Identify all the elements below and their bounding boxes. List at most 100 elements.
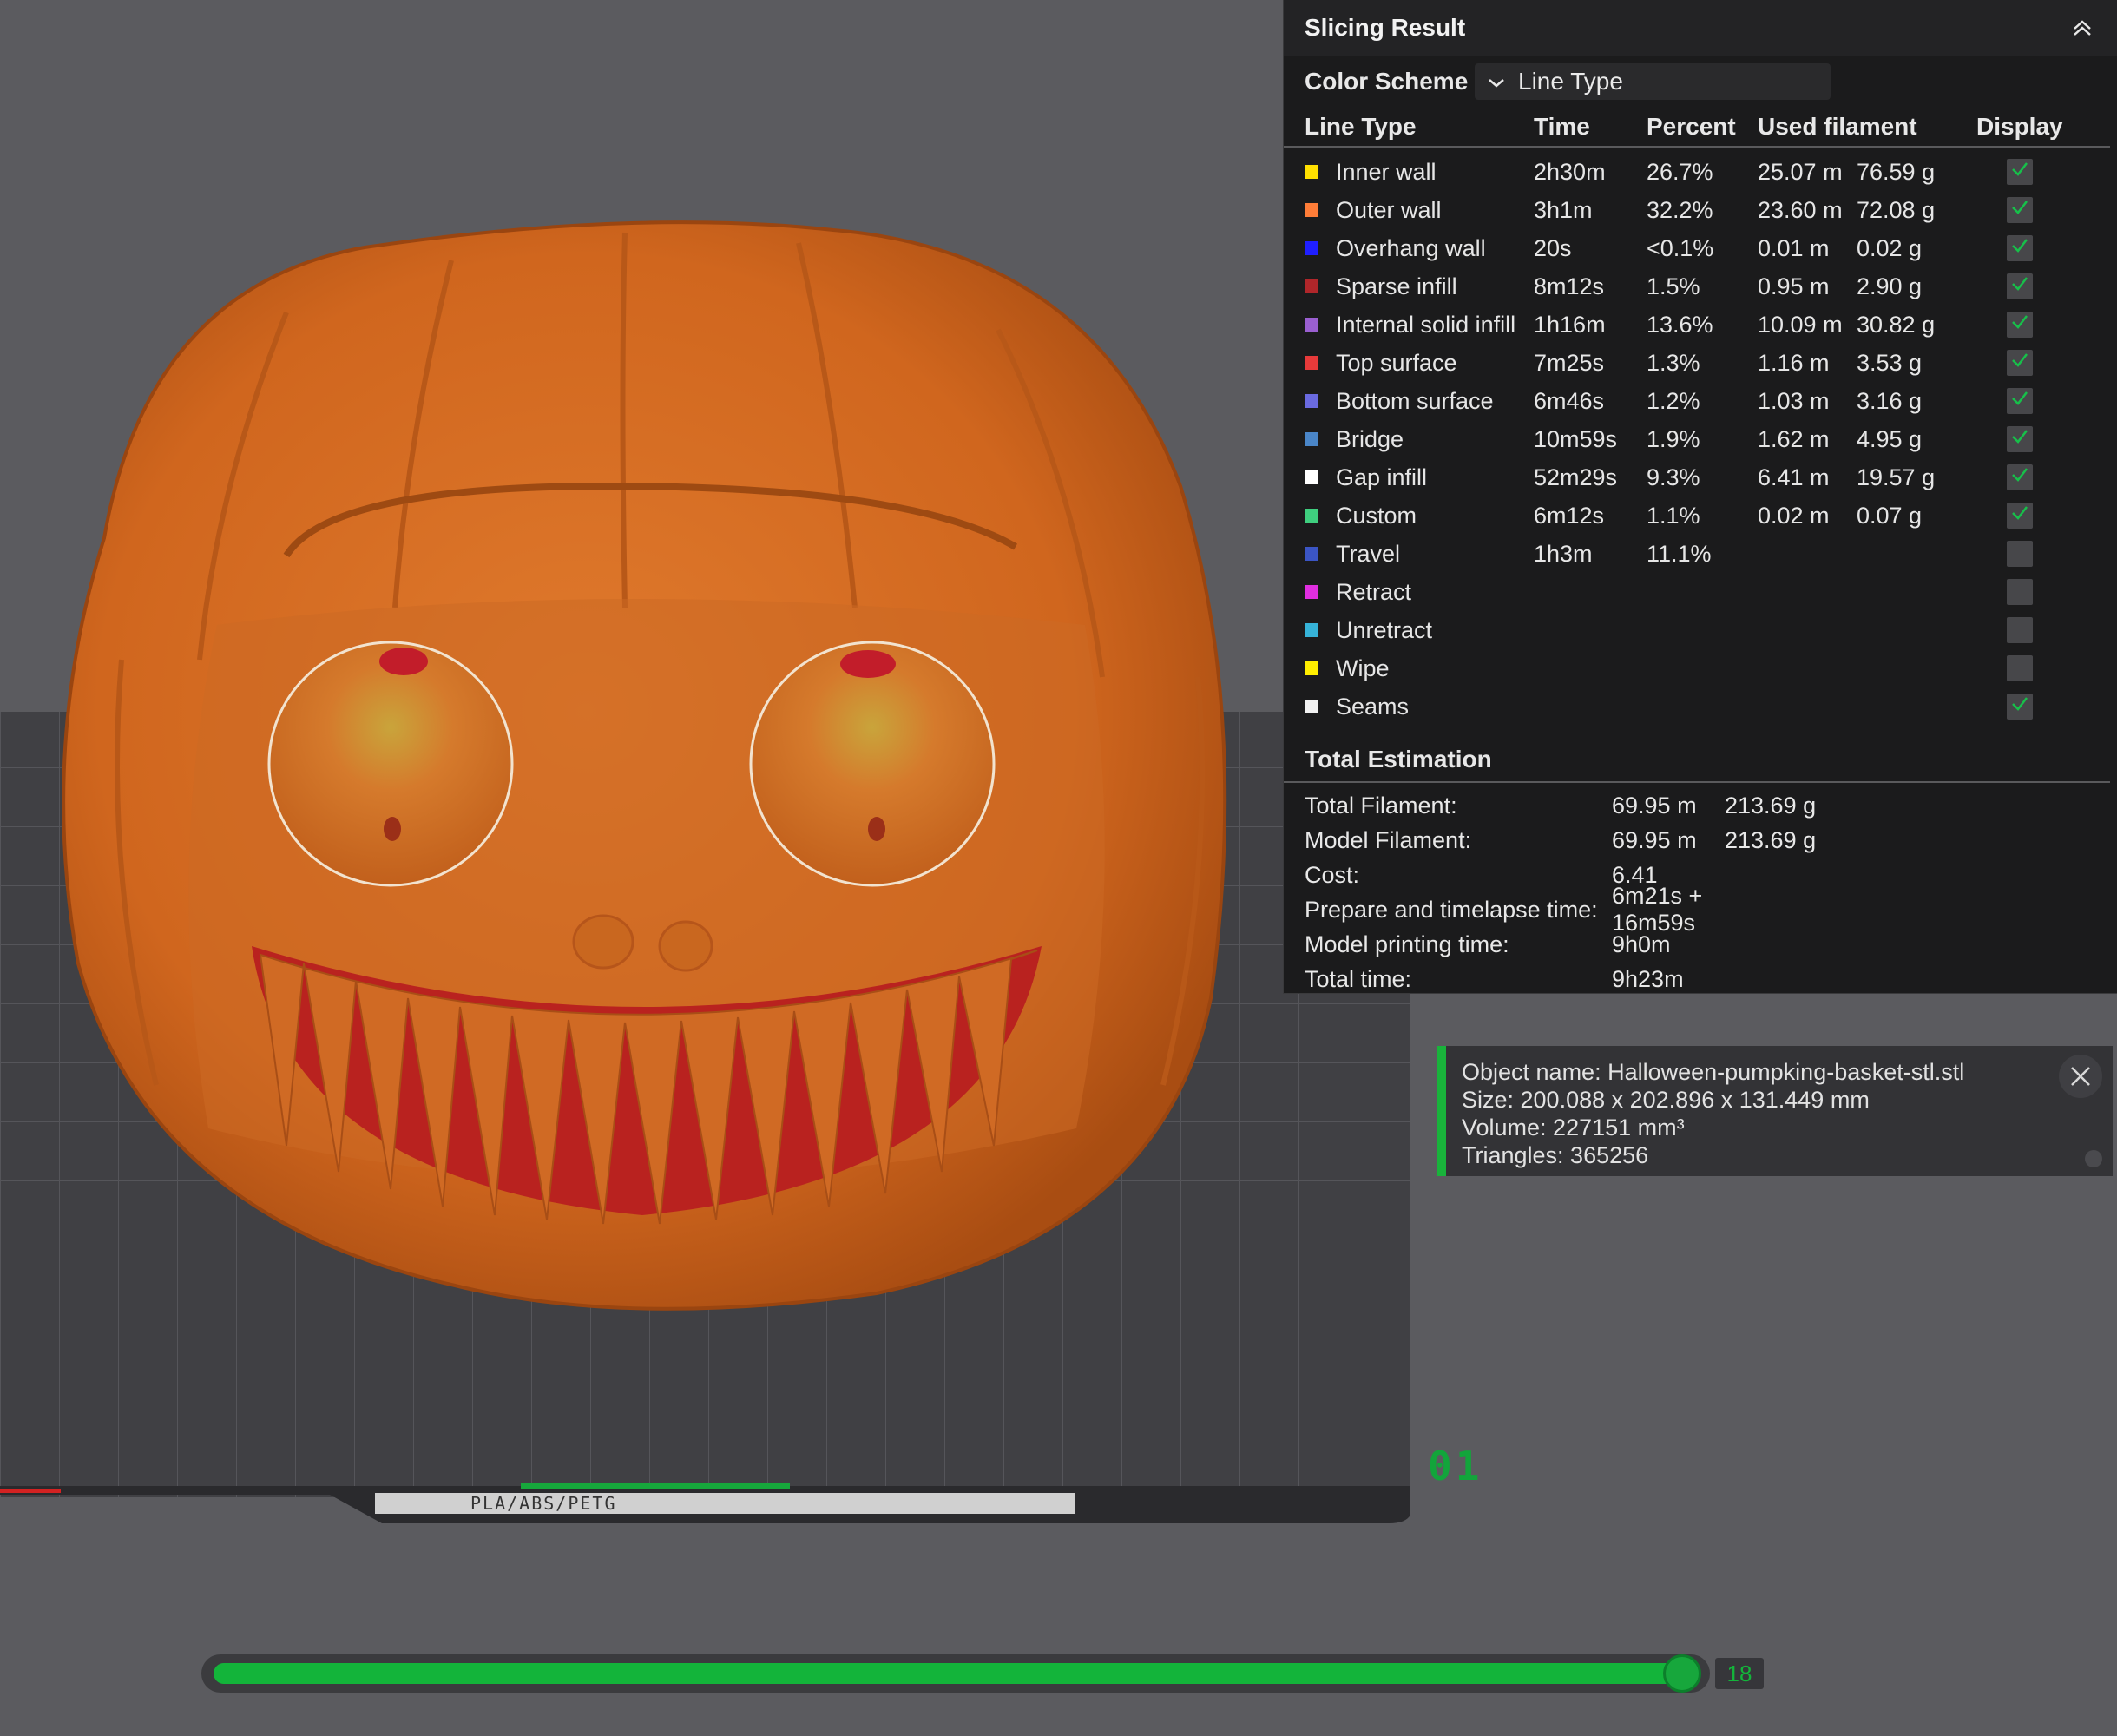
row-time: 1h16m xyxy=(1534,311,1606,338)
checkmark-icon xyxy=(2009,464,2030,491)
line-type-label: Custom xyxy=(1305,503,1534,529)
estimation-value: 9h23m xyxy=(1612,965,1684,992)
line-type-rows: Inner wall 2h30m 26.7% 25.07 m 76.59 g Outer … xyxy=(1284,148,2117,726)
display-checkbox[interactable] xyxy=(2007,273,2033,299)
row-length: 23.60 m xyxy=(1758,196,1843,223)
line-type-row: Seams xyxy=(1284,687,2117,726)
display-checkbox[interactable] xyxy=(2007,235,2033,261)
display-toggle[interactable] xyxy=(1976,312,2063,338)
display-toggle[interactable] xyxy=(1976,350,2063,376)
line-type-name: Seams xyxy=(1336,693,1410,720)
line-type-name: Inner wall xyxy=(1336,158,1437,185)
display-checkbox[interactable] xyxy=(2007,388,2033,414)
display-toggle[interactable] xyxy=(1976,235,2063,261)
line-type-label: Bottom surface xyxy=(1305,388,1534,415)
display-checkbox[interactable] xyxy=(2007,312,2033,338)
line-type-row: Inner wall 2h30m 26.7% 25.07 m 76.59 g xyxy=(1284,153,2117,191)
checkmark-icon xyxy=(2009,197,2030,224)
row-time: 52m29s xyxy=(1534,464,1618,490)
line-type-row: Bottom surface 6m46s 1.2% 1.03 m 3.16 g xyxy=(1284,382,2117,420)
display-toggle[interactable] xyxy=(1976,655,2063,681)
display-checkbox[interactable] xyxy=(2007,694,2033,720)
row-percent: 1.5% xyxy=(1647,273,1700,299)
object-name: Object name: Halloween-pumpking-basket-s… xyxy=(1462,1059,1965,1085)
color-scheme-row: Color Scheme Line Type xyxy=(1284,56,2117,108)
color-scheme-select[interactable]: Line Type xyxy=(1475,63,1831,100)
display-toggle[interactable] xyxy=(1976,503,2063,529)
checkmark-icon xyxy=(2009,426,2030,453)
display-checkbox[interactable] xyxy=(2007,159,2033,185)
plate-label-text: PLA/ABS/PETG xyxy=(470,1493,617,1514)
collapse-up-icon[interactable] xyxy=(2068,14,2096,42)
row-length: 0.95 m xyxy=(1758,273,1830,299)
estimation-value: 9h0m xyxy=(1612,930,1671,957)
chevron-down-icon xyxy=(1487,68,1506,95)
estimation-row: Model Filament: 69.95 m 213.69 g xyxy=(1284,823,2117,858)
layer-slider[interactable] xyxy=(201,1654,1710,1693)
object-triangles: Triangles: 365256 xyxy=(1462,1142,1649,1168)
display-checkbox[interactable] xyxy=(2007,197,2033,223)
color-scheme-label: Color Scheme xyxy=(1305,68,1469,95)
layer-slider-handle[interactable] xyxy=(1663,1654,1701,1693)
row-length: 1.03 m xyxy=(1758,387,1830,414)
row-weight: 0.02 g xyxy=(1857,234,1923,261)
display-toggle[interactable] xyxy=(1976,579,2063,605)
line-type-row: Bridge 10m59s 1.9% 1.62 m 4.95 g xyxy=(1284,420,2117,458)
line-type-label: Internal solid infill xyxy=(1305,312,1534,339)
estimation-value: 69.95 m xyxy=(1612,826,1697,853)
line-type-name: Overhang wall xyxy=(1336,234,1486,261)
row-weight: 3.16 g xyxy=(1857,387,1923,414)
display-toggle[interactable] xyxy=(1976,273,2063,299)
display-toggle[interactable] xyxy=(1976,694,2063,720)
estimation-label: Total Filament: xyxy=(1305,792,1457,819)
display-checkbox[interactable] xyxy=(2007,350,2033,376)
display-toggle[interactable] xyxy=(1976,617,2063,643)
display-toggle[interactable] xyxy=(1976,464,2063,490)
checkmark-icon xyxy=(2009,273,2030,300)
checkmark-icon xyxy=(2009,235,2030,262)
row-time: 6m12s xyxy=(1534,502,1605,529)
display-checkbox[interactable] xyxy=(2007,464,2033,490)
pumpkin-model[interactable] xyxy=(62,220,1227,1311)
line-type-label: Top surface xyxy=(1305,350,1534,377)
color-swatch xyxy=(1305,470,1318,484)
line-type-label: Bridge xyxy=(1305,426,1534,453)
estimation-value: 6m21s + 16m59s xyxy=(1612,883,1703,936)
color-swatch xyxy=(1305,509,1318,523)
layer-value: 18 xyxy=(1715,1658,1764,1689)
display-toggle[interactable] xyxy=(1976,159,2063,185)
row-weight: 0.07 g xyxy=(1857,502,1923,529)
close-icon[interactable] xyxy=(2059,1055,2102,1098)
display-toggle[interactable] xyxy=(1976,541,2063,567)
row-length: 10.09 m xyxy=(1758,311,1843,338)
row-percent: 11.1% xyxy=(1647,540,1712,567)
minimize-icon[interactable] xyxy=(2085,1150,2102,1167)
color-swatch xyxy=(1305,585,1318,599)
plate-label: PLA/ABS/PETG xyxy=(375,1493,1075,1514)
line-type-name: Custom xyxy=(1336,502,1417,529)
display-checkbox[interactable] xyxy=(2007,541,2033,567)
display-checkbox[interactable] xyxy=(2007,617,2033,643)
display-checkbox[interactable] xyxy=(2007,655,2033,681)
row-percent: 1.1% xyxy=(1647,502,1700,529)
row-percent: 1.2% xyxy=(1647,387,1700,414)
display-toggle[interactable] xyxy=(1976,388,2063,414)
display-checkbox[interactable] xyxy=(2007,579,2033,605)
checkmark-icon xyxy=(2009,388,2030,415)
row-weight: 30.82 g xyxy=(1857,311,1936,338)
object-info-panel: Object name: Halloween-pumpking-basket-s… xyxy=(1437,1046,2113,1176)
row-weight: 19.57 g xyxy=(1857,464,1936,490)
color-swatch xyxy=(1305,241,1318,255)
line-type-name: Wipe xyxy=(1336,654,1390,681)
display-toggle[interactable] xyxy=(1976,197,2063,223)
display-toggle[interactable] xyxy=(1976,426,2063,452)
row-weight: 4.95 g xyxy=(1857,425,1923,452)
row-percent: 1.9% xyxy=(1647,425,1700,452)
line-type-row: Retract xyxy=(1284,573,2117,611)
row-time: 2h30m xyxy=(1534,158,1606,185)
display-checkbox[interactable] xyxy=(2007,426,2033,452)
line-type-row: Unretract xyxy=(1284,611,2117,649)
line-type-row: Travel 1h3m 11.1% xyxy=(1284,535,2117,573)
display-checkbox[interactable] xyxy=(2007,503,2033,529)
checkmark-icon xyxy=(2009,159,2030,186)
